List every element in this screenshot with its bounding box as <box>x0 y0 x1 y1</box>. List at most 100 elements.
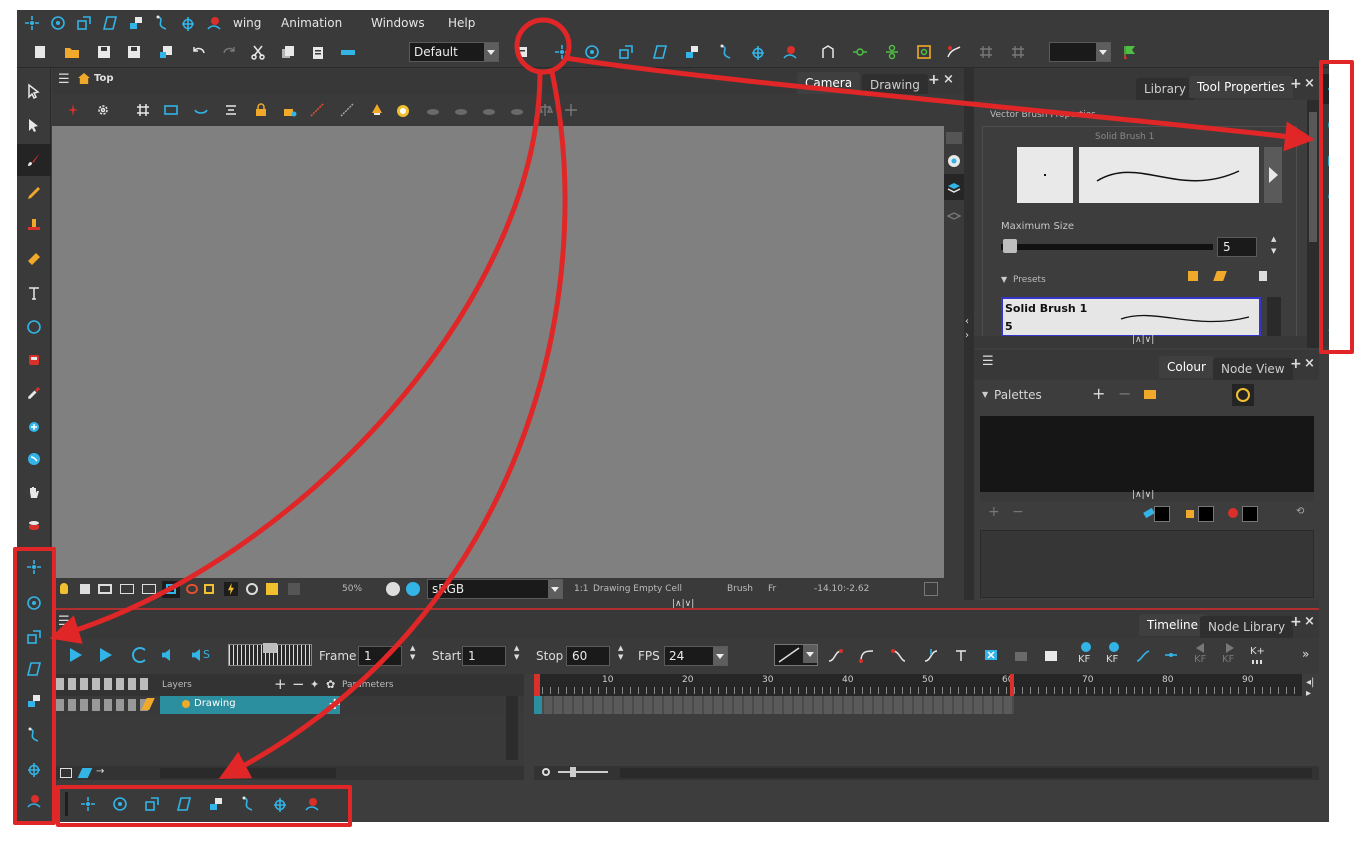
palette-folder-icon[interactable] <box>1144 390 1156 399</box>
speed-handle[interactable] <box>263 643 277 653</box>
presets-expand-icon[interactable]: ▼ <box>1001 275 1007 284</box>
collapse-left-icon[interactable]: ‹ <box>965 316 969 327</box>
add-view-icon[interactable]: + <box>1290 76 1302 92</box>
vertical-splitter[interactable]: ‹ › <box>964 68 974 600</box>
contour-editor-icon[interactable] <box>25 116 43 134</box>
animate-mode-icon[interactable] <box>64 101 82 119</box>
remove-colour-icon[interactable]: − <box>1012 504 1024 520</box>
frame-spinner-icon[interactable]: ▲ ▼ <box>410 644 415 662</box>
layer-row[interactable]: Drawing + <box>52 694 524 714</box>
tab-node-library[interactable]: Node Library <box>1200 616 1294 638</box>
import-icon[interactable] <box>157 43 175 61</box>
gear-icon[interactable] <box>94 101 112 119</box>
layer-toggles-icon[interactable] <box>56 678 148 690</box>
paint-bucket-icon[interactable] <box>25 516 43 534</box>
start-marker[interactable] <box>534 674 540 696</box>
layer-footer-icon[interactable] <box>60 768 72 778</box>
ellipse-icon[interactable] <box>25 318 43 336</box>
stop-field[interactable]: 60 <box>566 646 610 666</box>
stop-motion-keyframe-icon[interactable] <box>1162 646 1180 664</box>
brush-colour-swatch[interactable] <box>1154 506 1170 522</box>
deform-chain-icon[interactable] <box>883 43 901 61</box>
spin-up-icon[interactable]: ▲ <box>1271 235 1276 243</box>
start-field[interactable]: 1 <box>462 646 506 666</box>
quadmap-icon[interactable] <box>179 14 197 32</box>
new-icon[interactable] <box>31 43 49 61</box>
breadcrumb[interactable]: Top <box>94 73 114 84</box>
interpolation-select[interactable] <box>774 644 818 666</box>
splitter-arrows-icon[interactable]: |∧|∨| <box>672 599 694 609</box>
brush-preset-next-button[interactable] <box>1264 147 1282 203</box>
skew-icon[interactable] <box>651 43 669 61</box>
current-frame-cell[interactable] <box>534 696 542 714</box>
scale-icon[interactable] <box>75 14 93 32</box>
status-icon-8[interactable] <box>246 583 258 595</box>
add-view-icon[interactable]: + <box>1290 356 1302 372</box>
add-deformer-icon[interactable] <box>851 43 869 61</box>
layer-scrollbar[interactable] <box>506 696 518 760</box>
keyframe-plus-button[interactable]: K+ <box>1248 642 1268 670</box>
preset-menu-icon[interactable] <box>1259 271 1267 281</box>
scrollbar-thumb[interactable] <box>1309 112 1317 242</box>
eraser-icon[interactable] <box>25 250 43 268</box>
deformer-select[interactable] <box>1049 42 1111 62</box>
morph-icon[interactable] <box>205 14 223 32</box>
paste-icon[interactable] <box>309 43 327 61</box>
spline-offset-icon[interactable] <box>153 14 171 32</box>
render-icon[interactable] <box>386 582 400 596</box>
undo-icon[interactable] <box>189 43 207 61</box>
colorspace-select[interactable]: sRGB <box>427 579 563 599</box>
quadmap-icon[interactable] <box>749 43 767 61</box>
menu-windows[interactable]: Windows <box>371 16 425 30</box>
slider-handle[interactable] <box>1003 239 1017 253</box>
status-icon-9[interactable] <box>266 583 278 595</box>
zoom-icon[interactable] <box>25 450 43 468</box>
lock-all-icon[interactable] <box>280 101 298 119</box>
tool-properties-scrollbar[interactable] <box>1307 100 1319 348</box>
lock-icon[interactable] <box>252 101 270 119</box>
add-palette-icon[interactable]: + <box>1092 384 1105 403</box>
stamp-icon[interactable] <box>25 216 43 234</box>
ease-in-icon[interactable] <box>826 646 844 664</box>
grid-icon[interactable] <box>134 101 152 119</box>
splitter-arrows-icon[interactable]: |∧|∨| <box>1132 490 1154 500</box>
status-icon-6[interactable] <box>186 584 198 594</box>
add-peg-icon[interactable]: ✦ <box>310 678 319 691</box>
ruler-icon[interactable] <box>339 43 357 61</box>
copy-icon[interactable] <box>279 43 297 61</box>
max-size-field[interactable]: 5 <box>1217 237 1257 257</box>
transform-icon[interactable] <box>23 14 41 32</box>
tab-colour[interactable]: Colour <box>1159 356 1214 378</box>
flag-icon[interactable] <box>1121 43 1139 61</box>
close-view-icon[interactable]: × <box>943 72 954 87</box>
paint-colour-icon[interactable] <box>1228 508 1238 518</box>
playback-speed-slider[interactable] <box>228 643 312 666</box>
scale-icon[interactable] <box>617 43 635 61</box>
select-icon[interactable] <box>25 82 43 100</box>
onion-skin-icon[interactable] <box>192 101 210 119</box>
palettes-expand-icon[interactable]: ▼ <box>982 390 988 399</box>
align-icon[interactable] <box>222 101 240 119</box>
workspace-manager-icon[interactable] <box>513 43 531 61</box>
maintain-size-icon[interactable] <box>127 14 145 32</box>
spline-offset-icon[interactable] <box>717 43 735 61</box>
toolbar-overflow-icon[interactable]: » <box>1302 647 1309 661</box>
bone-2-icon[interactable] <box>338 101 356 119</box>
sound-icon[interactable] <box>162 649 170 661</box>
sound-scrub-icon[interactable] <box>192 649 200 661</box>
close-view-icon[interactable]: × <box>1304 614 1315 629</box>
rotate-icon[interactable] <box>49 14 67 32</box>
max-size-slider[interactable] <box>1001 244 1213 250</box>
previous-keyframe-button[interactable]: KF <box>1192 642 1212 670</box>
lightbulb-icon[interactable] <box>60 583 68 594</box>
tab-camera[interactable]: Camera <box>797 72 861 94</box>
ease-out-icon[interactable] <box>858 646 876 664</box>
safe-area-icon[interactable] <box>162 101 180 119</box>
status-icon-1[interactable] <box>80 584 90 594</box>
save-as-icon[interactable] <box>125 43 143 61</box>
rename-preset-icon[interactable] <box>1213 271 1227 281</box>
motion-keyframe-icon[interactable] <box>1134 646 1152 664</box>
palette-list[interactable] <box>980 416 1314 492</box>
loop-icon[interactable] <box>132 647 148 663</box>
tab-node-view[interactable]: Node View <box>1213 358 1293 380</box>
